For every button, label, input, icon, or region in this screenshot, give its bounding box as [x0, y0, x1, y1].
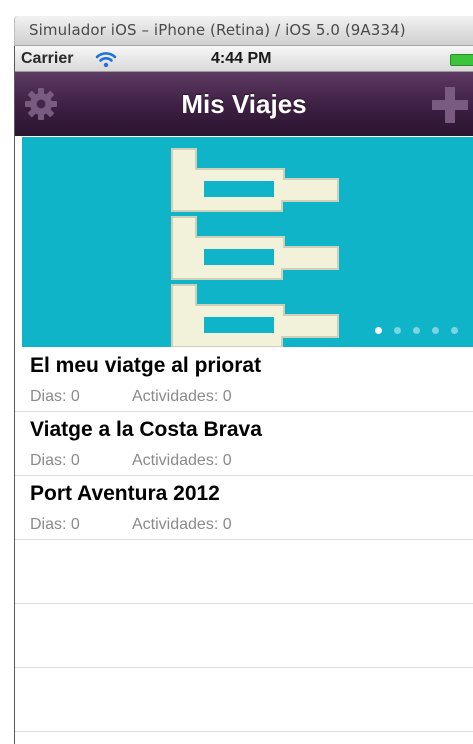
trip-name: Viatge a la Costa Brava — [30, 418, 262, 441]
simulator-title-bar[interactable]: Simulador iOS – iPhone (Retina) / iOS 5.… — [14, 16, 473, 46]
page-dot-4[interactable] — [432, 327, 439, 334]
trip-days: Dias: 0 — [30, 388, 80, 405]
empty-row — [15, 540, 473, 604]
page-title: Mis Viajes — [181, 89, 307, 119]
window-title: Simulador iOS – iPhone (Retina) / iOS 5.… — [29, 21, 406, 39]
trip-name: Port Aventura 2012 — [30, 482, 220, 505]
trip-days: Dias: 0 — [30, 516, 80, 533]
carrier-label: Carrier — [21, 50, 74, 67]
empty-row — [15, 668, 473, 732]
navigation-bar: Mis Viajes — [15, 72, 473, 136]
wifi-icon — [95, 52, 117, 68]
trip-activities: Actividades: 0 — [132, 516, 232, 533]
page-indicator[interactable] — [375, 327, 458, 337]
banner-carousel[interactable] — [22, 137, 473, 347]
plus-icon[interactable] — [430, 85, 470, 125]
trip-row[interactable]: Port Aventura 2012 Dias: 0 Actividades: … — [15, 476, 473, 540]
page-dot-5[interactable] — [451, 327, 458, 334]
status-time: 4:44 PM — [211, 50, 272, 67]
trip-list: El meu viatge al priorat Dias: 0 Activid… — [15, 348, 473, 732]
trip-name: El meu viatge al priorat — [30, 354, 262, 377]
simulator-window: Simulador iOS – iPhone (Retina) / iOS 5.… — [0, 0, 473, 744]
status-bar: Carrier 4:44 PM — [15, 46, 473, 72]
trip-activities: Actividades: 0 — [132, 388, 232, 405]
trip-days: Dias: 0 — [30, 452, 80, 469]
trip-activities: Actividades: 0 — [132, 452, 232, 469]
battery-icon — [450, 54, 473, 66]
page-dot-3[interactable] — [413, 327, 420, 334]
trip-row[interactable]: El meu viatge al priorat Dias: 0 Activid… — [15, 348, 473, 412]
banner-image — [171, 148, 339, 347]
trip-row[interactable]: Viatge a la Costa Brava Dias: 0 Activida… — [15, 412, 473, 476]
empty-row — [15, 604, 473, 668]
page-dot-1[interactable] — [375, 327, 382, 334]
page-dot-2[interactable] — [394, 327, 401, 334]
